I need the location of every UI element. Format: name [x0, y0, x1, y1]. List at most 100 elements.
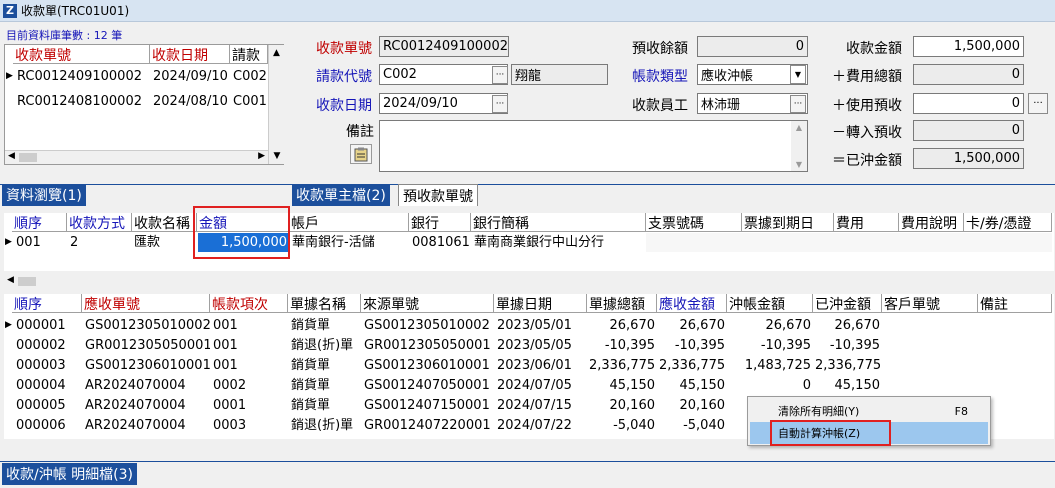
det-cell-date[interactable]: 2024/07/22 — [495, 416, 587, 435]
det-cell-ar-no[interactable]: AR2024070004 — [83, 376, 210, 395]
pay-col-fee-desc[interactable]: 費用說明 — [899, 213, 964, 232]
det-cell-done[interactable]: 45,150 — [813, 376, 882, 395]
browse-hscroll[interactable]: ◀ ▶ — [5, 150, 268, 164]
tab-browse[interactable]: 資料瀏覽(1) — [2, 184, 86, 206]
ellipsis-icon[interactable]: ··· — [492, 66, 508, 84]
det-cell-src[interactable]: GS0012306010001 — [362, 356, 494, 375]
det-cell-doc[interactable]: 銷退(折)單 — [289, 336, 361, 355]
pay-cell-bank[interactable]: 0081061 — [410, 233, 471, 252]
det-col-writeoff[interactable]: 沖帳金額 — [727, 294, 813, 313]
pay-col-due-date[interactable]: 票據到期日 — [742, 213, 834, 232]
det-cell-item[interactable]: 0003 — [211, 416, 288, 435]
scroll-left-icon[interactable]: ◀ — [7, 275, 14, 285]
pay-col-bank[interactable]: 銀行 — [409, 213, 471, 232]
det-cell-ar-no[interactable]: AR2024070004 — [83, 416, 210, 435]
det-cell-ar-no[interactable]: GR0012305050001 — [83, 336, 210, 355]
dropdown-arrow-icon[interactable]: ▼ — [790, 65, 806, 84]
det-cell-src[interactable]: GR0012305050001 — [362, 336, 494, 355]
det-cell-ar[interactable]: 2,336,775 — [657, 356, 727, 375]
det-cell-doc[interactable]: 銷貨單 — [289, 356, 361, 375]
scroll-thumb[interactable] — [19, 153, 37, 162]
pay-col-method[interactable]: 收款方式 — [67, 213, 132, 232]
det-cell-total[interactable]: 20,160 — [587, 396, 657, 415]
browse-row-code[interactable]: C001 — [231, 92, 267, 111]
prepaid-ellipsis-button[interactable]: ··· — [1028, 93, 1048, 114]
det-cell-doc[interactable]: 銷貨單 — [289, 396, 361, 415]
det-cell-item[interactable]: 001 — [211, 356, 288, 375]
det-cell-item[interactable]: 001 — [211, 336, 288, 355]
det-cell-ar-no[interactable]: GS0012305010002 — [83, 316, 210, 335]
browse-col-receipt-no[interactable]: 收款單號 — [13, 45, 150, 64]
det-cell-src[interactable]: GS0012305010002 — [362, 316, 494, 335]
browse-vscroll[interactable]: ▲ ▼ — [268, 45, 284, 164]
pay-col-card[interactable]: 卡/券/憑證 — [964, 213, 1052, 232]
det-cell-date[interactable]: 2023/05/01 — [495, 316, 587, 335]
scroll-up-icon[interactable]: ▲ — [269, 48, 284, 58]
tab-main[interactable]: 收款單主檔(2) — [292, 184, 390, 206]
date-picker-ellipsis-icon[interactable]: ··· — [492, 95, 508, 113]
note-vscroll[interactable]: ▲ ▼ — [791, 121, 807, 171]
pay-cell-method[interactable]: 2 — [68, 233, 132, 252]
det-col-total[interactable]: 單據總額 — [587, 294, 657, 313]
det-cell-date[interactable]: 2023/05/05 — [495, 336, 587, 355]
scroll-right-icon[interactable]: ▶ — [258, 151, 265, 161]
det-cell-seq[interactable]: 000004 — [14, 376, 82, 395]
det-cell-doc[interactable]: 銷貨單 — [289, 316, 361, 335]
det-cell-ar-no[interactable]: AR2024070004 — [83, 396, 210, 415]
det-cell-doc[interactable]: 銷退(折)單 — [289, 416, 361, 435]
pay-cell-account[interactable]: 華南銀行-活儲 — [290, 233, 409, 252]
det-cell-total[interactable]: 45,150 — [587, 376, 657, 395]
pay-col-name[interactable]: 收款名稱 — [132, 213, 197, 232]
det-cell-item[interactable]: 0001 — [211, 396, 288, 415]
det-col-src[interactable]: 來源單號 — [361, 294, 494, 313]
amount-field[interactable]: 1,500,000 — [913, 36, 1024, 57]
clipboard-icon[interactable] — [350, 144, 372, 164]
det-cell-ar-no[interactable]: GS0012306010001 — [83, 356, 210, 375]
det-cell-ar[interactable]: 45,150 — [657, 376, 727, 395]
browse-col-code[interactable]: 請款 — [230, 45, 268, 64]
tab-prepaid[interactable]: 預收款單號 — [398, 184, 478, 206]
det-col-ar[interactable]: 應收金額 — [657, 294, 727, 313]
pay-cell-bank-short[interactable]: 華南商業銀行中山分行 — [472, 233, 646, 252]
browse-row-no[interactable]: RC0012409100002 — [15, 67, 150, 86]
det-col-note[interactable]: 備註 — [978, 294, 1052, 313]
browse-row-date[interactable]: 2024/08/10 — [151, 92, 231, 111]
det-cell-src[interactable]: GS0012407050001 — [362, 376, 494, 395]
browse-col-date[interactable]: 收款日期 — [150, 45, 230, 64]
det-cell-ar[interactable]: -5,040 — [657, 416, 727, 435]
det-cell-date[interactable]: 2024/07/15 — [495, 396, 587, 415]
pay-col-bank-short[interactable]: 銀行簡稱 — [471, 213, 646, 232]
det-cell-ar[interactable]: -10,395 — [657, 336, 727, 355]
det-cell-doc[interactable]: 銷貨單 — [289, 376, 361, 395]
det-cell-seq[interactable]: 000005 — [14, 396, 82, 415]
det-cell-total[interactable]: -5,040 — [587, 416, 657, 435]
det-col-done[interactable]: 已沖金額 — [813, 294, 882, 313]
det-cell-seq[interactable]: 000006 — [14, 416, 82, 435]
browse-row-code[interactable]: C002 — [231, 67, 267, 86]
det-cell-writeoff[interactable]: 26,670 — [727, 316, 813, 335]
det-cell-writeoff[interactable]: 0 — [727, 376, 813, 395]
scroll-down-icon[interactable]: ▼ — [269, 151, 285, 161]
pay-col-fee[interactable]: 費用 — [834, 213, 899, 232]
note-textarea[interactable] — [379, 120, 808, 172]
det-cell-total[interactable]: 26,670 — [587, 316, 657, 335]
det-cell-ar[interactable]: 20,160 — [657, 396, 727, 415]
det-cell-item[interactable]: 001 — [211, 316, 288, 335]
det-cell-done[interactable]: 26,670 — [813, 316, 882, 335]
pay-col-check-no[interactable]: 支票號碼 — [646, 213, 742, 232]
use-prepaid-field[interactable]: 0 — [913, 93, 1024, 114]
payment-hscroll[interactable]: ◀ — [4, 275, 1054, 289]
det-col-seq[interactable]: 順序 — [12, 294, 82, 313]
payment-grid[interactable]: 順序 收款方式 收款名稱 金額 帳戶 銀行 銀行簡稱 支票號碼 票據到期日 費用… — [4, 213, 1054, 271]
pay-col-account[interactable]: 帳戶 — [289, 213, 409, 232]
det-cell-total[interactable]: -10,395 — [587, 336, 657, 355]
det-cell-seq[interactable]: 000001 — [14, 316, 82, 335]
det-cell-done[interactable]: -10,395 — [813, 336, 882, 355]
det-cell-src[interactable]: GS0012407150001 — [362, 396, 494, 415]
det-cell-ar[interactable]: 26,670 — [657, 316, 727, 335]
scroll-left-icon[interactable]: ◀ — [8, 151, 15, 161]
det-col-cust-no[interactable]: 客戶單號 — [882, 294, 978, 313]
pay-cell-name[interactable]: 匯款 — [132, 233, 197, 252]
tab-detail[interactable]: 收款/沖帳 明細檔(3) — [2, 463, 137, 485]
det-col-item[interactable]: 帳款項次 — [210, 294, 288, 313]
